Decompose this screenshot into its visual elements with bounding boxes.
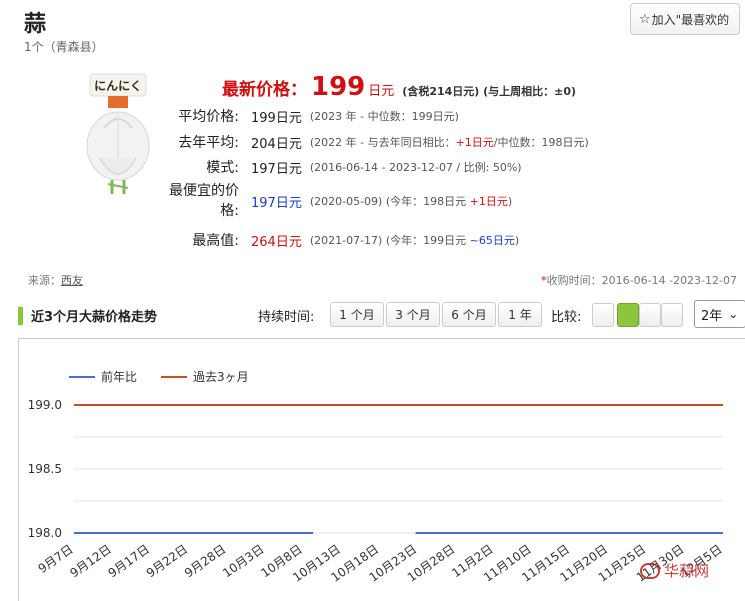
- stat-cheapest-value: 197日元: [251, 195, 302, 211]
- stat-last-year-value: 204日元: [251, 136, 302, 152]
- duration-1-year-button[interactable]: 1 年: [498, 302, 542, 327]
- x-tick-label: 9月22日: [144, 542, 190, 580]
- duration-1-month-button[interactable]: 1 个月: [330, 302, 384, 327]
- wechat-icon: [640, 562, 660, 579]
- page-title: 蒜: [24, 12, 47, 37]
- stat-average-label: 平均价格:: [178, 109, 239, 125]
- stat-mode: 模式: 197日元 (2016-06-14 - 2023-12-07 / 比例:…: [144, 157, 522, 177]
- compare-toggle-3[interactable]: [639, 303, 661, 327]
- duration-6-month-button[interactable]: 6 个月: [442, 302, 496, 327]
- chart-svg: 199.0198.5198.0前年比 過去3ヶ月9月7日9月12日9月17日9月2…: [28, 369, 725, 585]
- duration-3-month-button[interactable]: 3 个月: [386, 302, 440, 327]
- product-image-label: にんにく: [94, 79, 142, 93]
- watermark: 华蒜网: [640, 560, 709, 581]
- stat-average-sub: (2023 年 - 中位数：199日元): [309, 110, 459, 123]
- stat-highest-label: 最高值:: [192, 233, 239, 249]
- stat-mode-label: 模式:: [206, 160, 239, 176]
- chevron-down-icon: ⌄: [728, 307, 739, 321]
- duration-label: 持续时间:: [258, 310, 315, 325]
- trend-header: 近3个月大蒜价格走势: [18, 306, 157, 325]
- latest-price: 最新价格： 199 日元 (含税214日元) (与上周相比：±0): [222, 72, 576, 102]
- stat-cheapest-label: 最便宜的价 格:: [169, 183, 239, 219]
- add-favorite-label: 加入"最喜欢的: [651, 12, 730, 27]
- stat-cheapest: 最便宜的价 格: 197日元 (2020-05-09) (今年：198日元 +1…: [144, 181, 512, 221]
- stat-average: 平均价格: 199日元 (2023 年 - 中位数：199日元): [144, 106, 459, 126]
- legend-label: 前年比: [101, 369, 137, 384]
- y-tick-label: 199.0: [28, 398, 62, 412]
- x-tick-label: 9月28日: [182, 542, 228, 580]
- stat-last-year-sub: (2022 年 - 与去年同日相比：+1日元/中位数：198日元): [309, 136, 589, 149]
- acquisition-period: *收购时间：2016-06-14 -2023-12-07: [541, 274, 737, 287]
- stat-highest: 最高值: 264日元 (2021-07-17) (今年：199日元 ~65日元): [144, 230, 519, 250]
- source: 来源：西友: [28, 274, 83, 287]
- star-icon: ☆: [639, 11, 651, 27]
- latest-price-value: 199: [311, 72, 366, 102]
- stat-mode-sub: (2016-06-14 - 2023-12-07 / 比例: 50%): [309, 161, 522, 174]
- add-favorite-button[interactable]: ☆ 加入"最喜欢的: [630, 3, 740, 35]
- year-select[interactable]: 2年 ⌄: [694, 300, 745, 328]
- trend-accent-bar: [18, 306, 23, 325]
- year-select-value: 2年: [701, 308, 723, 324]
- stat-last-year: 去年平均: 204日元 (2022 年 - 与去年同日相比：+1日元/中位数：1…: [144, 132, 589, 152]
- stat-highest-value: 264日元: [251, 234, 302, 250]
- product-subtitle: 1个（青森县）: [24, 40, 104, 54]
- stat-cheapest-sub: (2020-05-09) (今年：198日元 +1日元): [309, 195, 513, 208]
- duration-buttons: 1 个月 3 个月 6 个月 1 年: [330, 302, 544, 327]
- compare-toggle-1[interactable]: [592, 303, 614, 327]
- y-tick-label: 198.0: [28, 526, 62, 540]
- price-trend-chart: 199.0 198.5 198.0 前年比 過去3ヶ月 9月7日 9月12日 9月17日 9月2…: [18, 338, 745, 601]
- x-tick-label: 9月12日: [67, 542, 113, 580]
- latest-price-note: (含税214日元) (与上周相比：±0): [402, 85, 577, 98]
- latest-price-label: 最新价格：: [222, 80, 307, 100]
- trend-title: 近3个月大蒜价格走势: [31, 310, 158, 325]
- compare-toggle-4[interactable]: [661, 303, 683, 327]
- stat-last-year-label: 去年平均:: [178, 135, 239, 151]
- stat-average-value: 199日元: [251, 110, 302, 126]
- legend-label: 過去3ヶ月: [193, 370, 249, 384]
- x-tick-label: 10月3日: [220, 542, 266, 580]
- stat-mode-value: 197日元: [251, 161, 302, 177]
- y-tick-label: 198.5: [28, 462, 62, 476]
- latest-price-unit: 日元: [368, 84, 395, 99]
- compare-toggle-2[interactable]: [617, 303, 639, 327]
- source-link[interactable]: 西友: [61, 274, 83, 287]
- x-tick-label: 9月17日: [106, 542, 152, 580]
- stat-highest-sub: (2021-07-17) (今年：199日元 ~65日元): [309, 234, 520, 247]
- compare-label: 比较:: [551, 310, 582, 325]
